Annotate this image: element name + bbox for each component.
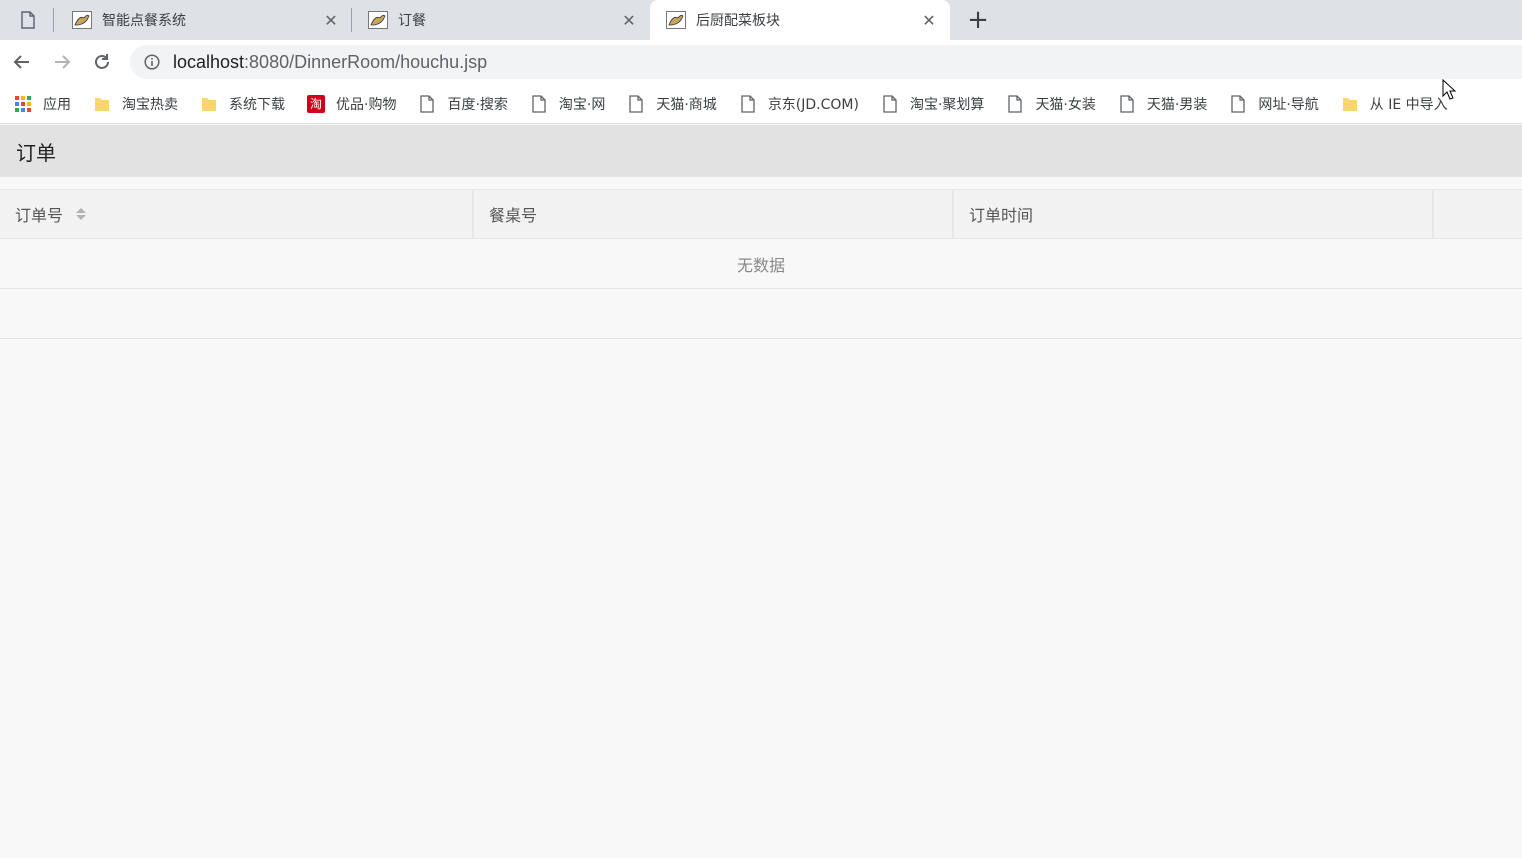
column-label: 订单时间 xyxy=(969,206,1034,225)
page-icon xyxy=(530,94,548,113)
bookmark-label: 网址·导航 xyxy=(1258,96,1319,113)
tab-separator xyxy=(53,8,54,32)
bookmark-label: 淘宝热卖 xyxy=(122,96,178,113)
bookmarks-bar: 应用 淘宝热卖 系统下载 淘优品·购物 百度·搜索 淘宝·网 天猫·商城 京东(JD.COM)… xyxy=(0,84,1522,124)
url-host: localhost xyxy=(173,51,245,72)
tab-title: 订餐 xyxy=(398,13,426,29)
tomcat-favicon-icon xyxy=(72,11,92,29)
new-tab-button[interactable]: + xyxy=(962,4,994,36)
page-icon xyxy=(1006,94,1024,113)
sort-icon[interactable] xyxy=(75,206,87,222)
tab-strip: 智能点餐系统 ✕ 订餐 ✕ 后厨配菜板块 ✕ + xyxy=(0,0,1522,40)
bookmark-label: 优品·购物 xyxy=(336,96,397,113)
bookmark-label: 天猫·男装 xyxy=(1146,96,1208,113)
bookmark-label: 天猫·女装 xyxy=(1035,96,1096,113)
orders-table: 订单号 餐桌号 订单时间 无数据 xyxy=(0,189,1522,339)
page-icon xyxy=(418,94,436,113)
page-content: 订单 订单号 餐桌号 订单时间 无数据 xyxy=(0,125,1522,858)
url-path: :8080/DinnerRoom/houchu.jsp xyxy=(244,51,488,72)
folder-icon xyxy=(93,95,111,113)
close-icon[interactable]: ✕ xyxy=(620,11,638,30)
tomcat-favicon-icon xyxy=(666,11,686,29)
tab-title: 智能点餐系统 xyxy=(102,13,186,29)
column-extra[interactable] xyxy=(1434,190,1522,238)
browser-toolbar: localhost:8080/DinnerRoom/houchu.jsp xyxy=(0,40,1522,84)
bookmark-item[interactable]: 从 IE 中导入 xyxy=(1341,94,1448,114)
table-header: 订单号 餐桌号 订单时间 xyxy=(0,189,1522,239)
bookmark-item[interactable]: 百度·搜索 xyxy=(418,94,508,114)
info-icon[interactable] xyxy=(144,54,160,70)
close-icon[interactable]: ✕ xyxy=(920,11,938,30)
back-button[interactable] xyxy=(8,48,36,76)
tomcat-favicon-icon xyxy=(368,11,388,29)
empty-text: 无数据 xyxy=(736,255,785,275)
bookmark-item[interactable]: 天猫·男装 xyxy=(1118,94,1207,114)
reload-icon xyxy=(95,54,109,69)
folder-icon xyxy=(1341,95,1359,113)
bookmark-item[interactable]: 淘宝·聚划算 xyxy=(881,94,984,114)
reload-button[interactable] xyxy=(88,48,116,76)
page-icon xyxy=(881,94,899,113)
taobao-icon: 淘 xyxy=(307,94,325,113)
page-icon xyxy=(739,94,757,113)
arrow-left-icon xyxy=(13,55,29,69)
tab-kitchen[interactable]: 后厨配菜板块 ✕ xyxy=(650,0,950,40)
table-footer-row xyxy=(0,289,1522,339)
address-bar[interactable]: localhost:8080/DinnerRoom/houchu.jsp xyxy=(130,45,1522,79)
bookmark-item[interactable]: 京东(JD.COM) xyxy=(739,94,859,114)
panel-title: 订单 xyxy=(16,140,56,165)
bookmark-label: 系统下载 xyxy=(229,96,285,113)
bookmark-label: 应用 xyxy=(43,96,71,113)
arrow-right-icon xyxy=(55,55,71,69)
bookmark-label: 淘宝·网 xyxy=(558,96,606,113)
bookmark-label: 百度·搜索 xyxy=(447,96,508,113)
bookmark-item[interactable]: 天猫·女装 xyxy=(1006,94,1096,114)
page-icon xyxy=(1229,94,1247,113)
column-label: 订单号 xyxy=(15,206,64,225)
folder-icon xyxy=(200,95,218,113)
column-order-number[interactable]: 订单号 xyxy=(0,190,474,238)
mouse-cursor-icon xyxy=(1442,79,1456,100)
page-icon xyxy=(627,94,645,113)
bookmark-label: 京东(JD.COM) xyxy=(767,96,859,113)
bookmark-label: 淘宝·聚划算 xyxy=(909,96,985,113)
forward-button[interactable] xyxy=(48,48,76,76)
tab-order[interactable]: 订餐 ✕ xyxy=(352,0,650,40)
bookmark-label: 天猫·商城 xyxy=(656,96,717,113)
tab-smart-ordering[interactable]: 智能点餐系统 ✕ xyxy=(56,0,352,40)
column-table-number[interactable]: 餐桌号 xyxy=(474,190,954,238)
page-icon xyxy=(21,11,35,29)
bookmark-item[interactable]: 淘宝热卖 xyxy=(93,94,178,114)
bookmark-item[interactable]: 网址·导航 xyxy=(1229,94,1319,114)
bookmark-item[interactable]: 系统下载 xyxy=(200,94,285,114)
tab-title: 后厨配菜板块 xyxy=(696,13,780,29)
bookmark-item[interactable]: 天猫·商城 xyxy=(627,94,717,114)
column-label: 餐桌号 xyxy=(489,206,538,225)
page-icon xyxy=(1118,94,1136,113)
empty-row: 无数据 xyxy=(0,239,1522,289)
bookmark-item[interactable]: 应用 xyxy=(14,94,71,114)
url-text: localhost:8080/DinnerRoom/houchu.jsp xyxy=(173,52,487,73)
bookmark-item[interactable]: 淘宝·网 xyxy=(530,94,605,114)
bookmark-label: 从 IE 中导入 xyxy=(1369,96,1448,113)
apps-grid-icon xyxy=(14,95,32,113)
panel-header: 订单 xyxy=(0,125,1522,177)
tab-blank[interactable] xyxy=(0,0,56,40)
column-order-time[interactable]: 订单时间 xyxy=(954,190,1434,238)
bookmark-item[interactable]: 淘优品·购物 xyxy=(307,94,396,114)
close-icon[interactable]: ✕ xyxy=(322,11,340,30)
